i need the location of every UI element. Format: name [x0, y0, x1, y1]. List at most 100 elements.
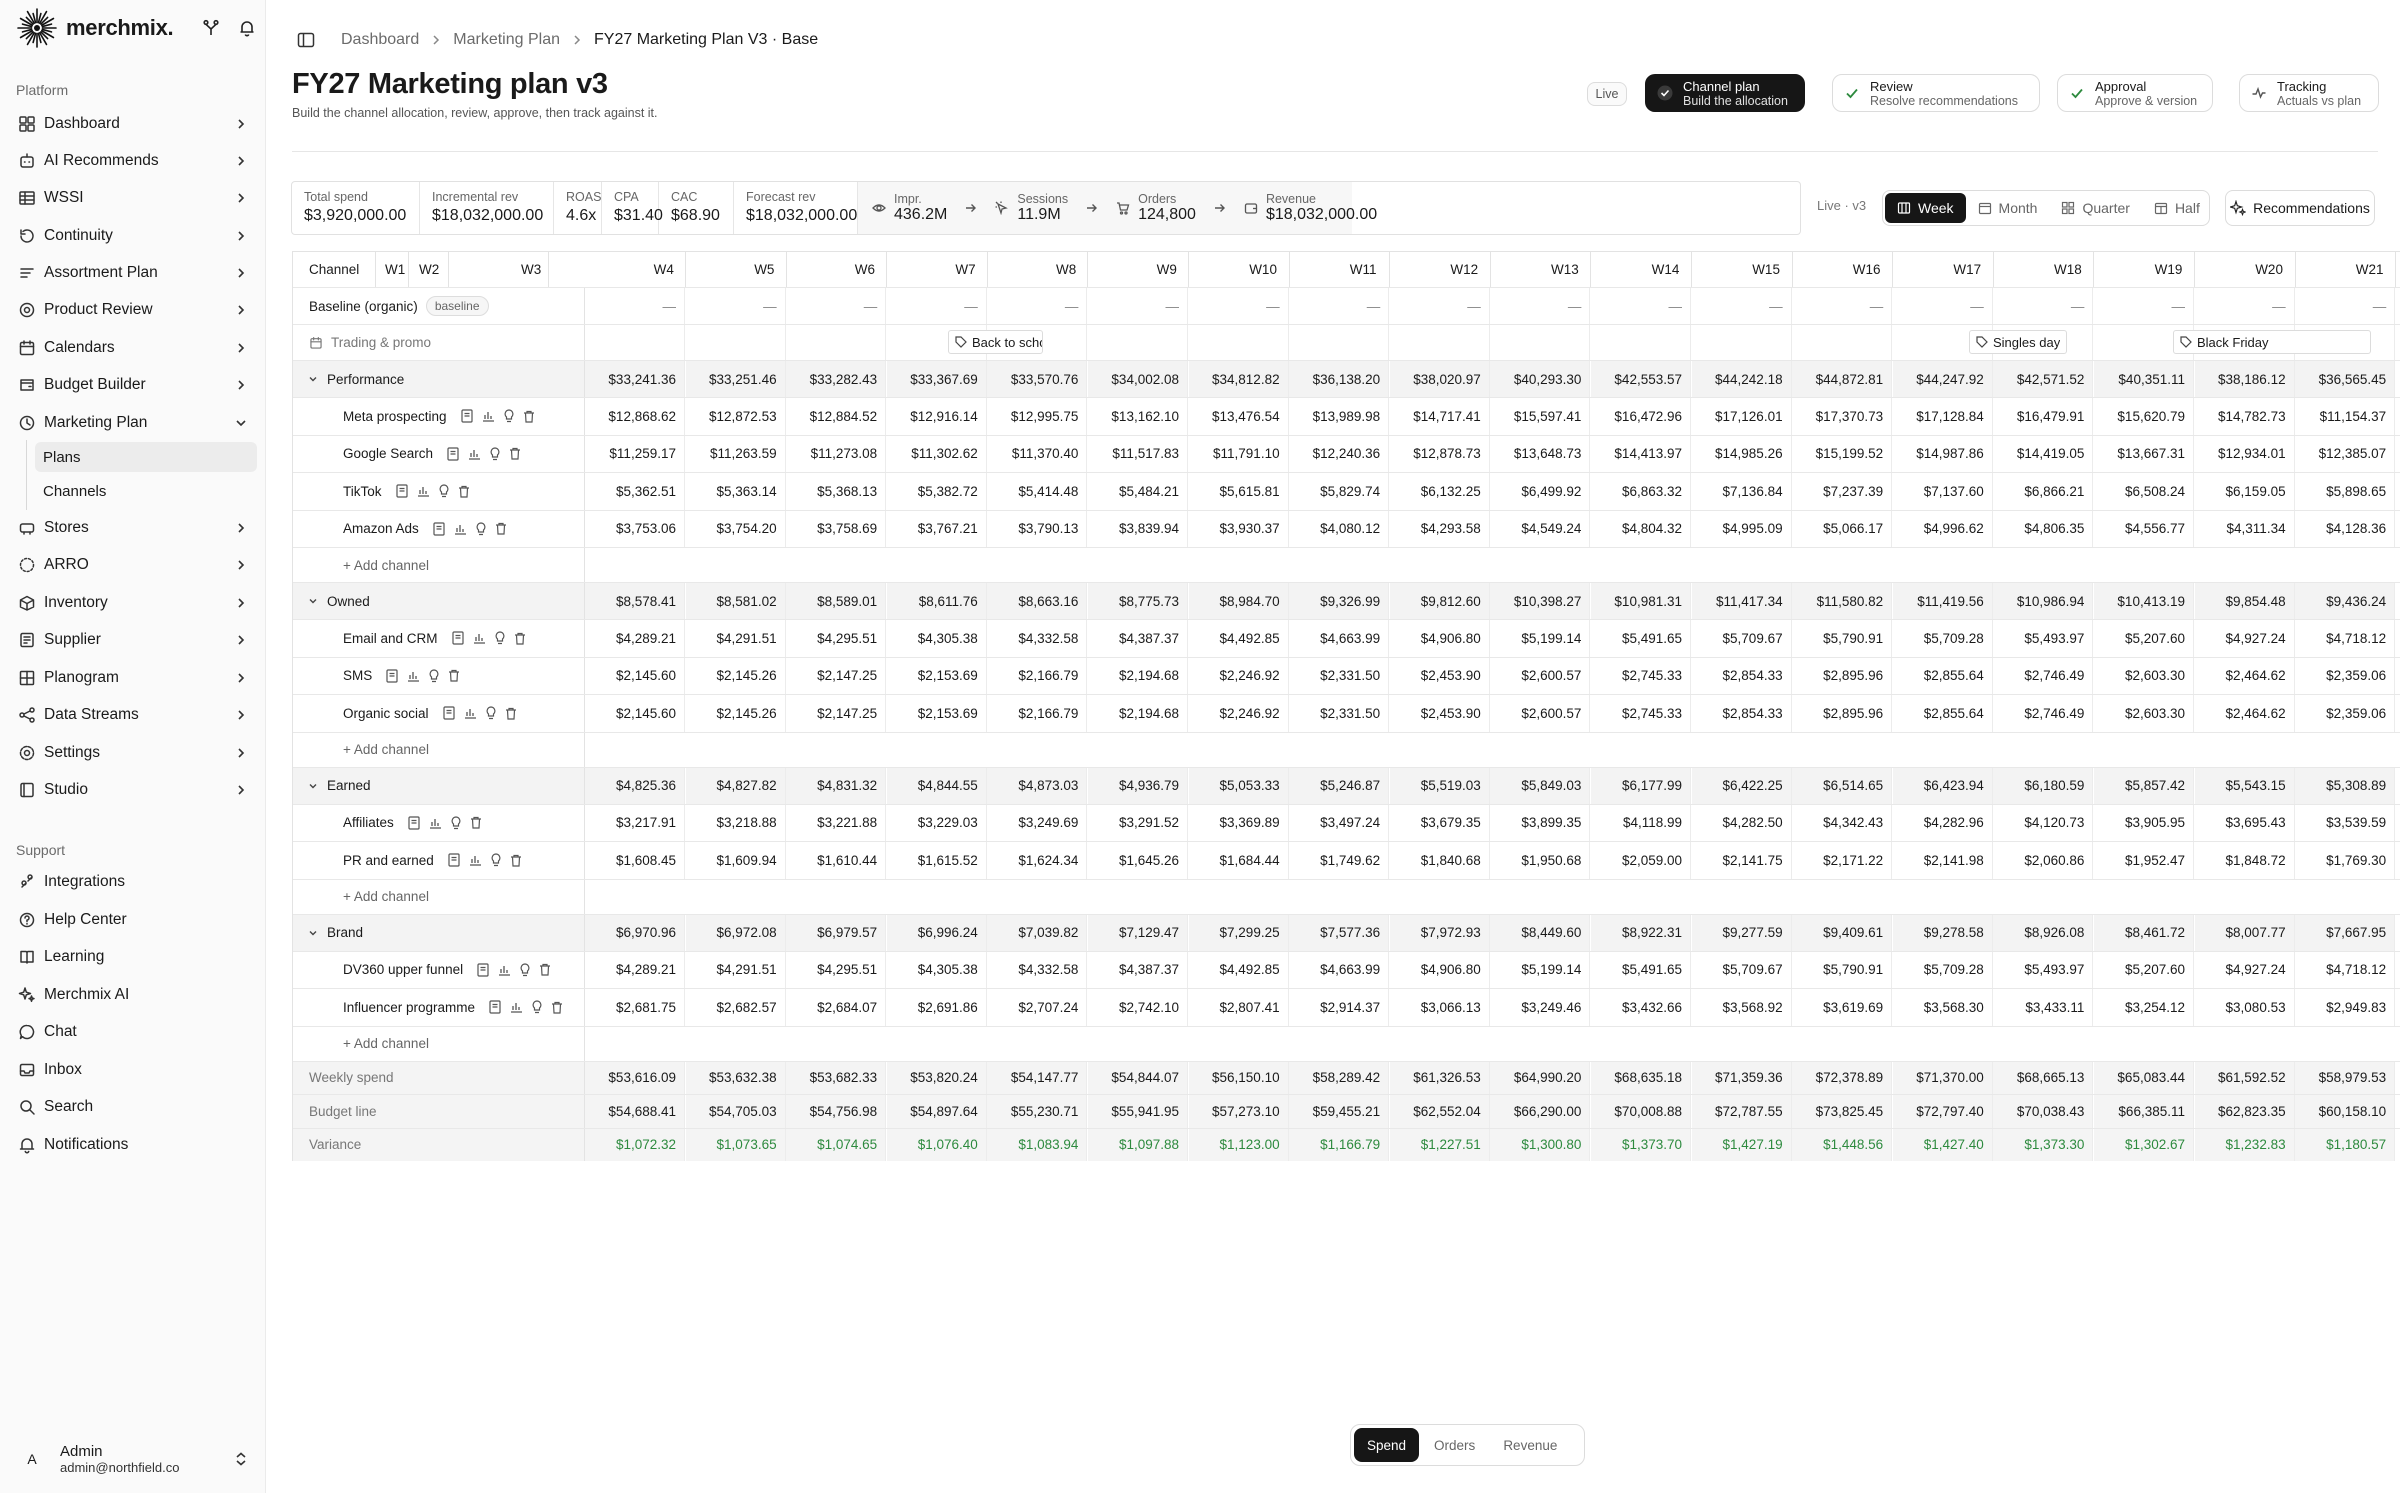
spend-cell[interactable]: $12,868.62	[585, 398, 685, 435]
spend-cell[interactable]: $2,746.49	[1993, 695, 2094, 732]
spend-cell[interactable]: $13,667.31	[2094, 435, 2194, 472]
spend-cell[interactable]: $13,989.98	[1289, 398, 1390, 435]
spend-cell[interactable]: $5,790.91	[1792, 951, 1893, 988]
spend-cell[interactable]: $4,995.09	[1692, 510, 1792, 547]
spend-cell[interactable]: $5,790.91	[1792, 620, 1893, 657]
spend-cell[interactable]: $4,295.51	[786, 951, 887, 988]
spend-cell[interactable]: $5,382.72	[887, 473, 987, 510]
spend-cell[interactable]: $7,136.84	[1692, 473, 1792, 510]
spend-cell[interactable]: $4,387.37	[1088, 951, 1188, 988]
spend-cell[interactable]: $2,684.07	[786, 989, 887, 1026]
spend-cell[interactable]: $2,600.57	[1490, 695, 1591, 732]
add-channel-button[interactable]: + Add channel	[293, 1026, 585, 1061]
spend-cell[interactable]: $2,141.98	[1893, 842, 1993, 879]
spend-cell[interactable]: $5,066.17	[1792, 510, 1893, 547]
spend-cell[interactable]: $4,718.12	[2295, 951, 2396, 988]
spend-cell[interactable]: $6,508.24	[2094, 473, 2194, 510]
spend-cell[interactable]: $2,691.86	[887, 989, 987, 1026]
spend-cell[interactable]: $2,742.10	[1088, 989, 1188, 1026]
spend-cell[interactable]: $3,249.69	[987, 804, 1088, 841]
sidebar-item-budget-builder[interactable]: Budget Builder	[8, 369, 258, 401]
spend-cell[interactable]: $2,453.90	[1390, 657, 1490, 694]
sidebar-item-stores[interactable]: Stores	[8, 512, 258, 544]
support-item-inbox[interactable]: Inbox	[8, 1054, 258, 1086]
step-channel-plan[interactable]: Channel plan Build the allocation	[1645, 74, 1805, 112]
spend-cell[interactable]: $11,791.10	[1189, 435, 1289, 472]
spend-cell[interactable]: $17,128.84	[1893, 398, 1993, 435]
baseline-cell[interactable]: —	[2195, 288, 2295, 324]
spend-cell[interactable]: $14,985.26	[1692, 435, 1792, 472]
spend-cell[interactable]: $2,145.60	[585, 695, 685, 732]
spend-cell[interactable]: $5,199.14	[1490, 620, 1591, 657]
spend-cell[interactable]: $2,194.68	[1088, 695, 1188, 732]
spend-cell[interactable]: $4,549.24	[1490, 510, 1591, 547]
spend-cell[interactable]: $2,246.92	[1189, 657, 1289, 694]
support-item-integrations[interactable]: Integrations	[8, 866, 258, 898]
spend-cell[interactable]: $11,154.37	[2295, 398, 2396, 435]
spend-cell[interactable]: $3,758.69	[786, 510, 887, 547]
spend-cell[interactable]: $4,282.96	[1893, 804, 1993, 841]
step-tracking[interactable]: Tracking Actuals vs plan	[2239, 74, 2379, 112]
spend-cell[interactable]: $5,199.14	[1490, 951, 1591, 988]
spend-cell[interactable]: $2,746.49	[1993, 657, 2094, 694]
spend-cell[interactable]: $3,066.13	[1390, 989, 1490, 1026]
baseline-cell[interactable]: —	[1490, 288, 1591, 324]
spend-cell[interactable]: $12,240.36	[1289, 435, 1390, 472]
spend-cell[interactable]: $4,311.34	[2195, 510, 2295, 547]
baseline-cell[interactable]: —	[1591, 288, 1691, 324]
spend-cell[interactable]: $5,363.14	[686, 473, 786, 510]
baseline-cell[interactable]: —	[1692, 288, 1792, 324]
sidebar-item-data-streams[interactable]: Data Streams	[8, 699, 258, 731]
spend-cell[interactable]: $2,855.64	[1893, 695, 1993, 732]
spend-cell[interactable]: $5,368.13	[786, 473, 887, 510]
spend-cell[interactable]: $5,491.65	[1591, 951, 1691, 988]
spend-cell[interactable]: $3,369.89	[1189, 804, 1289, 841]
channel-actions[interactable]	[451, 631, 526, 645]
spend-cell[interactable]: $6,159.05	[2195, 473, 2295, 510]
spend-cell[interactable]: $2,681.75	[585, 989, 685, 1026]
spend-cell[interactable]: $11,259.17	[585, 435, 685, 472]
spend-cell[interactable]: $2,194.68	[1088, 657, 1188, 694]
spend-cell[interactable]: $4,663.99	[1289, 951, 1390, 988]
spend-cell[interactable]: $2,141.75	[1692, 842, 1792, 879]
sidebar-item-settings[interactable]: Settings	[8, 737, 258, 769]
spend-cell[interactable]: $2,854.33	[1692, 695, 1792, 732]
step-approval[interactable]: Approval Approve & version	[2057, 74, 2213, 112]
spend-cell[interactable]: $2,707.24	[987, 989, 1088, 1026]
spend-cell[interactable]: $2,745.33	[1591, 695, 1691, 732]
spend-cell[interactable]: $2,166.79	[987, 695, 1088, 732]
baseline-cell[interactable]: —	[686, 288, 786, 324]
spend-cell[interactable]: $1,950.68	[1490, 842, 1591, 879]
spend-cell[interactable]: $14,717.41	[1390, 398, 1490, 435]
spend-cell[interactable]: $3,767.21	[887, 510, 987, 547]
sidebar-item-assortment-plan[interactable]: Assortment Plan	[8, 257, 258, 289]
spend-cell[interactable]: $4,289.21	[585, 951, 685, 988]
baseline-cell[interactable]: —	[2094, 288, 2194, 324]
spend-cell[interactable]: $4,906.80	[1390, 620, 1490, 657]
spend-cell[interactable]: $2,464.62	[2195, 657, 2295, 694]
spend-cell[interactable]: $4,492.85	[1189, 951, 1289, 988]
spend-cell[interactable]: $4,906.80	[1390, 951, 1490, 988]
spend-cell[interactable]: $4,492.85	[1189, 620, 1289, 657]
spend-cell[interactable]: $2,059.00	[1591, 842, 1691, 879]
spend-cell[interactable]: $3,432.66	[1591, 989, 1691, 1026]
spend-cell[interactable]: $4,332.58	[987, 951, 1088, 988]
spend-cell[interactable]: $3,619.69	[1792, 989, 1893, 1026]
spend-cell[interactable]: $14,419.05	[1993, 435, 2094, 472]
spend-cell[interactable]: $12,385.07	[2295, 435, 2396, 472]
spend-cell[interactable]: $4,927.24	[2195, 951, 2295, 988]
spend-cell[interactable]: $2,453.90	[1390, 695, 1490, 732]
spend-cell[interactable]: $5,709.67	[1692, 951, 1792, 988]
spend-cell[interactable]: $13,162.10	[1088, 398, 1188, 435]
spend-cell[interactable]: $2,603.30	[2094, 657, 2194, 694]
sidebar-item-ai-recommends[interactable]: AI Recommends	[8, 145, 258, 177]
baseline-cell[interactable]: —	[2295, 288, 2396, 324]
spend-cell[interactable]: $4,295.51	[786, 620, 887, 657]
spend-cell[interactable]: $12,916.14	[887, 398, 987, 435]
channel-actions[interactable]	[442, 706, 517, 720]
spend-cell[interactable]: $5,207.60	[2094, 951, 2194, 988]
spend-cell[interactable]: $5,362.51	[585, 473, 685, 510]
spend-cell[interactable]: $4,118.99	[1591, 804, 1691, 841]
spend-cell[interactable]: $2,060.86	[1993, 842, 2094, 879]
spend-cell[interactable]: $11,517.83	[1088, 435, 1188, 472]
